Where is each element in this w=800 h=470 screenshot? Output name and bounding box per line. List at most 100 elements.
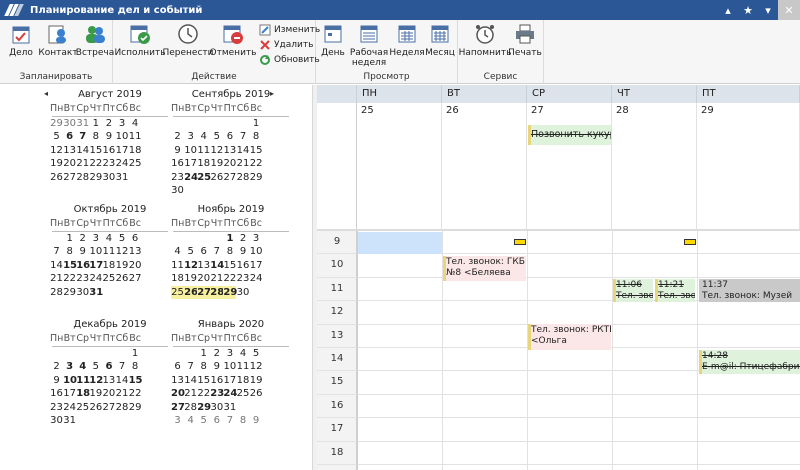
mini-calendar-day[interactable]: 21 [50, 272, 63, 286]
mini-calendar-day[interactable]: 9 [210, 360, 223, 374]
mini-calendar-day[interactable]: 3 [250, 232, 263, 246]
mini-calendar-day[interactable]: 1 [223, 232, 236, 246]
mini-calendar-day[interactable]: 29 [250, 171, 263, 185]
refresh-button[interactable]: Обновить [259, 54, 320, 66]
mini-calendar-day[interactable]: 12 [184, 259, 198, 273]
mini-calendar-day[interactable]: 15 [63, 259, 77, 273]
mini-calendar-day[interactable]: 23 [171, 171, 184, 185]
menu-icon[interactable]: ▾ [758, 0, 778, 20]
mini-calendar-day[interactable]: 9 [236, 245, 249, 259]
mini-calendar-day[interactable]: 26 [89, 401, 102, 415]
event-phone-call[interactable]: Тел. звонок: ГКБ №8 <Беляева [443, 256, 526, 282]
cancel-button[interactable]: Отменить [210, 22, 256, 58]
mini-calendar-day[interactable]: 12 [250, 360, 263, 374]
pin-icon[interactable]: ▴ [718, 0, 738, 20]
mini-calendar-day[interactable]: 12 [210, 144, 223, 158]
day-date-cell[interactable]: 29 [697, 103, 800, 229]
mini-calendar-day[interactable]: 11 [102, 245, 116, 259]
delete-button[interactable]: Удалить [259, 39, 313, 51]
close-button[interactable]: ✕ [778, 0, 800, 20]
event-phone-call[interactable]: Тел. звонок: РКТБ <Ольга [528, 323, 611, 350]
mini-calendar-day[interactable]: 11 [171, 259, 184, 273]
mini-calendar-day[interactable]: 31 [223, 401, 237, 415]
mini-calendar-day[interactable]: 27 [171, 401, 185, 415]
mini-calendar-day[interactable]: 2 [236, 232, 249, 246]
mini-calendar-day[interactable]: 3 [223, 347, 236, 361]
mini-calendar-day[interactable]: 2 [50, 360, 63, 374]
mini-calendar-day[interactable]: 27 [197, 285, 211, 299]
mini-calendar-day[interactable]: 6 [129, 232, 142, 246]
mini-calendar-day[interactable]: 16 [76, 259, 90, 273]
mini-calendar-day[interactable]: 5 [197, 414, 210, 428]
mini-calendar-day[interactable]: 24 [89, 272, 102, 286]
mini-calendar-day[interactable]: 5 [184, 245, 197, 259]
mini-calendar-day[interactable]: 20 [102, 387, 116, 401]
mini-calendar-day[interactable]: 1 [129, 347, 142, 361]
mini-calendar-day[interactable]: 8 [63, 245, 76, 259]
mini-calendar-day[interactable]: 7 [115, 360, 128, 374]
mini-calendar-day[interactable]: 10 [223, 360, 237, 374]
mini-calendar-day[interactable]: 12 [89, 374, 103, 388]
hour-row[interactable] [317, 418, 800, 442]
mini-calendar-day[interactable]: 4 [76, 360, 89, 374]
mini-calendar-day[interactable]: 11 [197, 144, 210, 158]
mini-calendar-day[interactable]: 3 [184, 130, 197, 144]
mini-calendar-day[interactable]: 3 [63, 360, 76, 374]
mini-calendar-day[interactable]: 11 [129, 130, 142, 144]
mini-calendar-day[interactable]: 8 [129, 360, 142, 374]
mini-calendar-day[interactable]: 29 [129, 401, 142, 415]
mini-calendar-day[interactable]: 21 [184, 387, 197, 401]
mini-calendar-day[interactable]: 19 [89, 387, 102, 401]
event-phone-call[interactable]: 11:21 Тел. зво [655, 278, 695, 302]
mini-calendar-day[interactable]: 21 [115, 387, 129, 401]
mini-calendar-day[interactable]: 6 [223, 130, 236, 144]
mini-calendar-day[interactable]: 31 [115, 171, 129, 185]
mini-calendar-day[interactable]: 1 [250, 117, 263, 131]
mini-calendar-day[interactable]: 9 [102, 130, 115, 144]
mini-calendar-day[interactable]: 14 [50, 259, 63, 273]
hour-row[interactable] [317, 301, 800, 325]
mini-calendar-day[interactable]: 5 [89, 360, 102, 374]
mini-calendar-day[interactable]: 20 [171, 387, 185, 401]
mini-calendar-day[interactable]: 3 [89, 232, 102, 246]
mini-calendar-day[interactable]: 16 [102, 144, 116, 158]
mini-calendar-day[interactable]: 14 [76, 144, 89, 158]
mini-calendar-day[interactable]: 22 [129, 387, 142, 401]
mini-calendar-day[interactable]: 23 [102, 157, 116, 171]
mini-calendar-day[interactable]: 4 [129, 117, 142, 131]
mini-calendar-day[interactable]: 20 [63, 157, 76, 171]
mini-calendar-day[interactable]: 1 [63, 232, 76, 246]
mini-calendar-day[interactable]: 5 [115, 232, 128, 246]
mini-calendar-day[interactable]: 7 [76, 130, 89, 144]
mini-calendar-day[interactable]: 14 [210, 259, 224, 273]
reschedule-button[interactable]: Перенести [162, 22, 214, 58]
mini-calendar-day[interactable]: 18 [171, 272, 184, 286]
meeting-button[interactable]: Встреча [76, 22, 114, 58]
mini-calendar-day[interactable]: 6 [171, 360, 184, 374]
mini-calendar-day[interactable]: 15 [250, 144, 263, 158]
mini-calendar-day[interactable]: 6 [210, 414, 223, 428]
event-phone-call[interactable]: 11:37 Тел. звонок: Музей [699, 278, 800, 302]
mini-calendar-day[interactable]: 19 [184, 272, 197, 286]
mini-calendar-day[interactable]: 28 [210, 285, 224, 299]
mini-calendar-day[interactable]: 29 [223, 285, 237, 299]
mini-calendar-day[interactable]: 22 [197, 387, 210, 401]
remind-button[interactable]: Напомнить [459, 22, 511, 58]
mini-calendar-day[interactable]: 5 [250, 347, 263, 361]
mini-calendar-day[interactable]: 4 [236, 347, 249, 361]
more-items-icon[interactable] [514, 239, 526, 245]
mini-calendar-day[interactable]: 2 [171, 130, 184, 144]
mini-calendar-day[interactable]: 4 [197, 130, 210, 144]
mini-calendar-day[interactable]: 30 [210, 401, 223, 415]
mini-calendar-day[interactable]: 10 [250, 245, 263, 259]
hour-row[interactable] [317, 442, 800, 465]
mini-calendar-day[interactable]: 25 [102, 272, 116, 286]
hour-row[interactable] [317, 254, 800, 278]
mini-calendar-day[interactable]: 2 [76, 232, 89, 246]
mini-calendar-day[interactable]: 7 [223, 414, 236, 428]
mini-calendar-day[interactable]: 21 [76, 157, 89, 171]
mini-calendar-day[interactable]: 23 [76, 272, 89, 286]
mini-calendar-day[interactable]: 7 [210, 245, 223, 259]
mini-calendar-day[interactable]: 8 [223, 245, 236, 259]
favorite-star-icon[interactable]: ★ [738, 0, 758, 20]
